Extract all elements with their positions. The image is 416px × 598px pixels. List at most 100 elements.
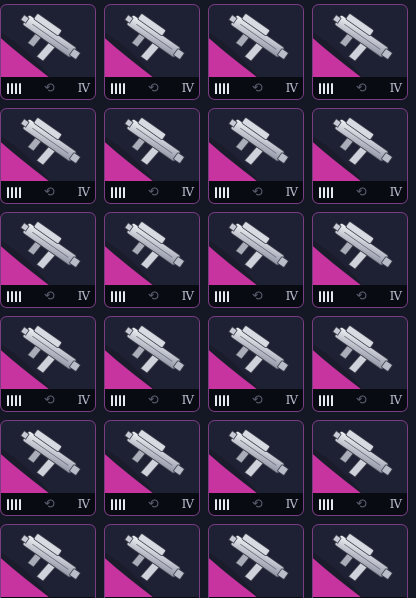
tier-label: IV: [285, 497, 298, 511]
weapon-card[interactable]: ⟲ IV: [104, 108, 200, 204]
card-stats-bar: ⟲ IV: [105, 389, 199, 411]
ammo-icon: [7, 186, 21, 198]
tier-label: IV: [77, 81, 90, 95]
card-stats-bar: ⟲ IV: [209, 389, 303, 411]
weapon-card[interactable]: ⟲ IV: [0, 420, 96, 516]
smg-icon: [20, 429, 81, 478]
smg-icon: [20, 13, 81, 62]
tier-label: IV: [285, 393, 298, 407]
ammo-icon: [111, 186, 125, 198]
swap-icon: ⟲: [251, 392, 263, 408]
ammo-icon: [111, 394, 125, 406]
smg-icon: [124, 429, 185, 478]
card-stats-bar: ⟲ IV: [209, 181, 303, 203]
swap-icon: ⟲: [251, 288, 263, 304]
swap-icon: ⟲: [147, 288, 159, 304]
smg-icon: [228, 117, 289, 166]
weapon-card[interactable]: ⟲ IV: [208, 420, 304, 516]
card-stats-bar: ⟲ IV: [313, 285, 407, 307]
card-stats-bar: ⟲ IV: [209, 77, 303, 99]
card-stats-bar: ⟲ IV: [313, 389, 407, 411]
swap-icon: ⟲: [355, 184, 367, 200]
swap-icon: ⟲: [251, 496, 263, 512]
weapon-card[interactable]: ⟲ IV: [208, 212, 304, 308]
swap-icon: ⟲: [43, 80, 55, 96]
smg-icon: [124, 221, 185, 270]
weapon-card[interactable]: ⟲ IV: [312, 316, 408, 412]
tier-label: IV: [77, 185, 90, 199]
tier-label: IV: [285, 289, 298, 303]
weapon-card[interactable]: ⟲ IV: [312, 212, 408, 308]
ammo-icon: [111, 82, 125, 94]
weapon-card[interactable]: ⟲: [104, 524, 200, 598]
weapon-card[interactable]: ⟲ IV: [0, 212, 96, 308]
tier-label: IV: [181, 289, 194, 303]
swap-icon: ⟲: [43, 288, 55, 304]
tier-label: IV: [389, 81, 402, 95]
swap-icon: ⟲: [43, 184, 55, 200]
weapon-card[interactable]: ⟲ IV: [104, 212, 200, 308]
weapon-card[interactable]: ⟲ IV: [208, 108, 304, 204]
smg-icon: [124, 117, 185, 166]
smg-icon: [228, 533, 289, 582]
weapon-card[interactable]: ⟲ IV: [0, 316, 96, 412]
weapon-card[interactable]: ⟲ IV: [208, 316, 304, 412]
weapon-card[interactable]: ⟲ IV: [104, 420, 200, 516]
card-stats-bar: ⟲ IV: [105, 493, 199, 515]
tier-label: IV: [77, 497, 90, 511]
ammo-icon: [7, 290, 21, 302]
ammo-icon: [7, 498, 21, 510]
swap-icon: ⟲: [147, 392, 159, 408]
tier-label: IV: [181, 185, 194, 199]
weapon-card[interactable]: ⟲ IV: [208, 4, 304, 100]
weapon-card[interactable]: ⟲ IV: [312, 108, 408, 204]
card-stats-bar: ⟲ IV: [105, 181, 199, 203]
weapon-card[interactable]: ⟲: [208, 524, 304, 598]
weapon-card[interactable]: ⟲: [0, 524, 96, 598]
weapon-card[interactable]: ⟲ IV: [0, 108, 96, 204]
card-stats-bar: ⟲ IV: [1, 285, 95, 307]
ammo-icon: [319, 290, 333, 302]
weapon-card[interactable]: ⟲: [312, 524, 408, 598]
smg-icon: [332, 117, 393, 166]
ammo-icon: [215, 498, 229, 510]
swap-icon: ⟲: [147, 80, 159, 96]
ammo-icon: [215, 394, 229, 406]
ammo-icon: [215, 186, 229, 198]
tier-label: IV: [181, 393, 194, 407]
card-stats-bar: ⟲ IV: [313, 181, 407, 203]
weapon-card[interactable]: ⟲ IV: [104, 316, 200, 412]
weapon-card[interactable]: ⟲ IV: [104, 4, 200, 100]
card-stats-bar: ⟲ IV: [1, 493, 95, 515]
tier-label: IV: [389, 497, 402, 511]
ammo-icon: [319, 186, 333, 198]
card-stats-bar: ⟲ IV: [209, 493, 303, 515]
ammo-icon: [319, 394, 333, 406]
weapon-card[interactable]: ⟲ IV: [0, 4, 96, 100]
smg-icon: [332, 13, 393, 62]
ammo-icon: [7, 82, 21, 94]
card-stats-bar: ⟲ IV: [105, 285, 199, 307]
smg-icon: [20, 533, 81, 582]
ammo-icon: [319, 82, 333, 94]
smg-icon: [228, 429, 289, 478]
swap-icon: ⟲: [147, 184, 159, 200]
card-stats-bar: ⟲ IV: [1, 389, 95, 411]
tier-label: IV: [181, 81, 194, 95]
card-stats-bar: ⟲ IV: [1, 77, 95, 99]
ammo-icon: [111, 498, 125, 510]
tier-label: IV: [181, 497, 194, 511]
smg-icon: [124, 533, 185, 582]
smg-icon: [332, 533, 393, 582]
ammo-icon: [215, 82, 229, 94]
tier-label: IV: [389, 393, 402, 407]
tier-label: IV: [389, 185, 402, 199]
weapon-card[interactable]: ⟲ IV: [312, 420, 408, 516]
card-stats-bar: ⟲ IV: [105, 77, 199, 99]
tier-label: IV: [285, 81, 298, 95]
swap-icon: ⟲: [355, 496, 367, 512]
smg-icon: [124, 325, 185, 374]
smg-icon: [124, 13, 185, 62]
weapon-card[interactable]: ⟲ IV: [312, 4, 408, 100]
tier-label: IV: [285, 185, 298, 199]
